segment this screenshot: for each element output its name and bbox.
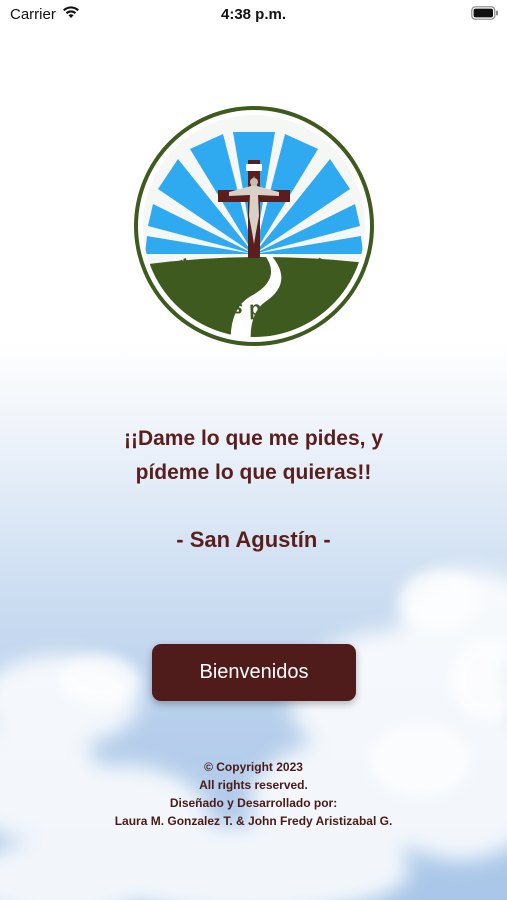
footer-authors: Laura M. Gonzalez T. & John Fredy Aristi… xyxy=(114,814,393,828)
footer-copyright: © Copyright 2023 xyxy=(204,760,303,774)
welcome-button[interactable]: Bienvenidos xyxy=(152,644,356,701)
footer-credits: © Copyright 2023 All rights reserved. Di… xyxy=(0,758,507,830)
footer-rights: All rights reserved. xyxy=(199,778,308,792)
quote-author: - San Agustín - xyxy=(176,527,331,552)
quote-text: ¡¡Dame lo que me pides, y pídeme lo que … xyxy=(40,422,467,490)
clock: 4:38 p.m. xyxy=(220,6,287,23)
battery-icon xyxy=(471,6,499,24)
crucifix-sunrise-logo: ¡A Jesús por María! xyxy=(134,106,374,346)
quote-line-2: pídeme lo que quieras!! xyxy=(135,461,372,484)
quote-line-1: ¡¡Dame lo que me pides, y xyxy=(123,427,384,450)
footer-designed-by: Diseñado y Desarrollado por: xyxy=(169,796,338,810)
status-bar: Carrier 4:38 p.m. xyxy=(0,0,507,30)
